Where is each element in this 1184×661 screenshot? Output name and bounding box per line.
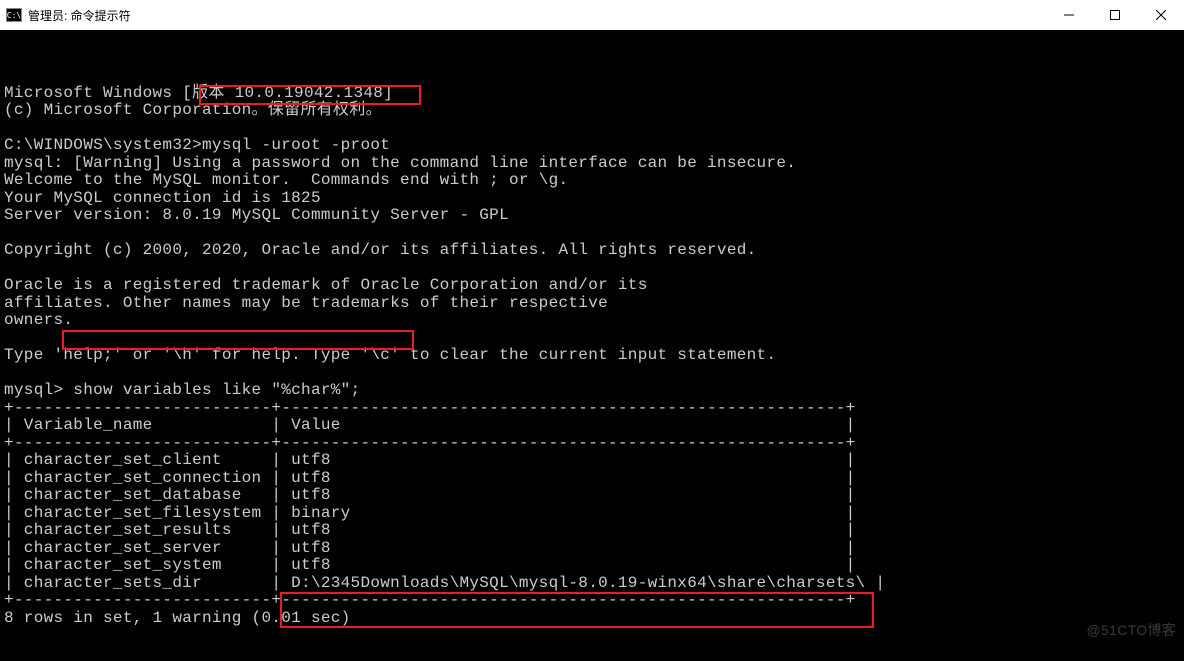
window-title: 管理员: 命令提示符 bbox=[28, 7, 131, 24]
terminal-line: Copyright (c) 2000, 2020, Oracle and/or … bbox=[4, 242, 1180, 260]
terminal-line: +--------------------------+------------… bbox=[4, 400, 1180, 418]
terminal-line: owners. bbox=[4, 312, 1180, 330]
terminal-line bbox=[4, 120, 1180, 138]
terminal-line: | character_set_database | utf8 | bbox=[4, 487, 1180, 505]
terminal-line bbox=[4, 330, 1180, 348]
terminal-line: (c) Microsoft Corporation。保留所有权利。 bbox=[4, 102, 1180, 120]
close-icon bbox=[1156, 10, 1166, 20]
terminal-line bbox=[4, 225, 1180, 243]
terminal-line: +--------------------------+------------… bbox=[4, 435, 1180, 453]
window-titlebar: C:\ 管理员: 命令提示符 bbox=[0, 0, 1184, 30]
terminal-line: mysql> show variables like "%char%"; bbox=[4, 382, 1180, 400]
terminal-line: C:\WINDOWS\system32>mysql -uroot -proot bbox=[4, 137, 1180, 155]
maximize-button[interactable] bbox=[1092, 0, 1138, 30]
terminal-line: | character_set_filesystem | binary | bbox=[4, 505, 1180, 523]
window-controls bbox=[1046, 0, 1184, 30]
maximize-icon bbox=[1110, 10, 1120, 20]
terminal-line: Welcome to the MySQL monitor. Commands e… bbox=[4, 172, 1180, 190]
terminal-line: affiliates. Other names may be trademark… bbox=[4, 295, 1180, 313]
terminal-line: 8 rows in set, 1 warning (0.01 sec) bbox=[4, 610, 1180, 628]
terminal-line bbox=[4, 260, 1180, 278]
terminal-line: Microsoft Windows [版本 10.0.19042.1348] bbox=[4, 85, 1180, 103]
terminal-line: | character_set_server | utf8 | bbox=[4, 540, 1180, 558]
close-button[interactable] bbox=[1138, 0, 1184, 30]
command-prompt-window: C:\ 管理员: 命令提示符 Microsoft Windows [版本 10.… bbox=[0, 0, 1184, 661]
terminal-line: | Variable_name | Value | bbox=[4, 417, 1180, 435]
terminal-line: | character_sets_dir | D:\2345Downloads\… bbox=[4, 575, 1180, 593]
terminal-line: Oracle is a registered trademark of Orac… bbox=[4, 277, 1180, 295]
terminal-line: Your MySQL connection id is 1825 bbox=[4, 190, 1180, 208]
terminal-line: Server version: 8.0.19 MySQL Community S… bbox=[4, 207, 1180, 225]
terminal-line: | character_set_connection | utf8 | bbox=[4, 470, 1180, 488]
terminal-line bbox=[4, 627, 1180, 645]
cmd-icon: C:\ bbox=[6, 8, 22, 22]
titlebar-left: C:\ 管理员: 命令提示符 bbox=[6, 7, 131, 24]
terminal-output[interactable]: Microsoft Windows [版本 10.0.19042.1348](c… bbox=[0, 30, 1184, 661]
watermark: @51CTO博客 bbox=[1087, 622, 1176, 640]
terminal-line: | character_set_client | utf8 | bbox=[4, 452, 1180, 470]
terminal-line: +--------------------------+------------… bbox=[4, 592, 1180, 610]
terminal-line: | character_set_results | utf8 | bbox=[4, 522, 1180, 540]
terminal-line bbox=[4, 365, 1180, 383]
terminal-line: mysql: [Warning] Using a password on the… bbox=[4, 155, 1180, 173]
minimize-button[interactable] bbox=[1046, 0, 1092, 30]
minimize-icon bbox=[1064, 10, 1074, 20]
terminal-line: | character_set_system | utf8 | bbox=[4, 557, 1180, 575]
terminal-line: Type 'help;' or '\h' for help. Type '\c'… bbox=[4, 347, 1180, 365]
